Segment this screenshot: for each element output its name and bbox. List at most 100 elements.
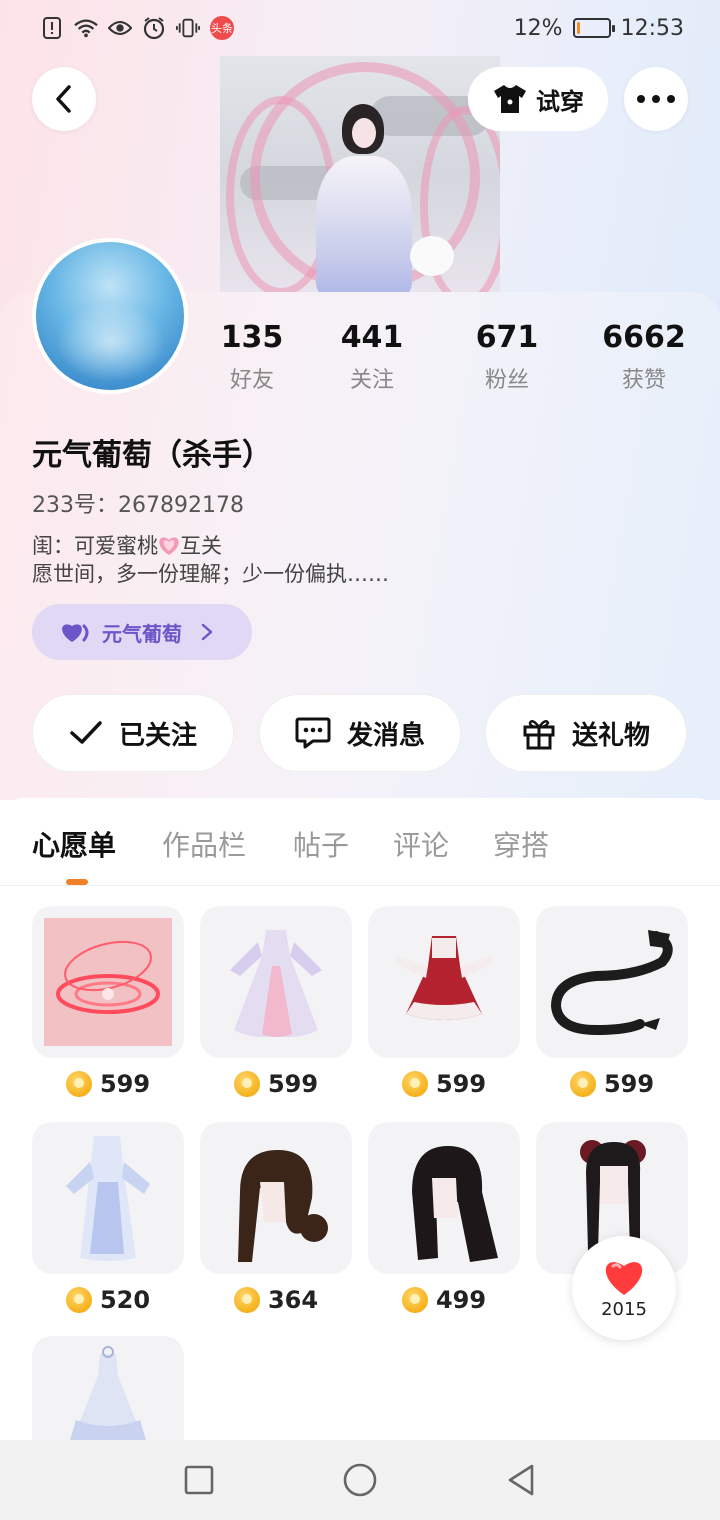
wishlist-item[interactable]: 499 bbox=[368, 1122, 520, 1314]
more-dots-icon bbox=[637, 95, 675, 103]
try-on-label: 试穿 bbox=[536, 87, 584, 116]
following-label: 已关注 bbox=[118, 720, 197, 751]
stat-friends[interactable]: 135 好友 bbox=[192, 320, 312, 394]
profile-name: 元气葡萄（杀手） bbox=[32, 438, 272, 473]
price-value: 599 bbox=[99, 1070, 151, 1098]
chat-bubble-icon bbox=[295, 717, 331, 749]
alert-icon bbox=[40, 16, 64, 40]
profile-bio: 闺：可爱蜜桃 互关 愿世间，多一份理解；少一份偏执…… bbox=[32, 532, 389, 588]
gift-icon bbox=[523, 719, 555, 750]
stat-likes[interactable]: 6662 获赞 bbox=[584, 320, 704, 394]
item-price: 364 bbox=[200, 1286, 352, 1314]
profile-uid: 233号：267892178 bbox=[32, 493, 244, 518]
battery-percent: 12% bbox=[513, 15, 563, 41]
coin-icon bbox=[401, 1287, 428, 1313]
stat-fans[interactable]: 671 粉丝 bbox=[447, 320, 567, 394]
stat-label: 获赞 bbox=[621, 368, 666, 393]
bio-line-2: 愿世间，多一份理解；少一份偏执…… bbox=[32, 562, 389, 586]
send-message-label: 发消息 bbox=[346, 720, 425, 751]
try-on-button[interactable]: 试穿 bbox=[468, 67, 608, 131]
more-options-button[interactable] bbox=[624, 67, 688, 131]
item-price: 599 bbox=[536, 1070, 688, 1098]
white-blue-gown-icon bbox=[32, 1122, 184, 1274]
recent-apps-square-icon[interactable] bbox=[184, 1465, 214, 1495]
purple-heart-icon bbox=[62, 624, 89, 642]
price-value: 364 bbox=[267, 1286, 319, 1314]
clock-time: 12:53 bbox=[620, 15, 684, 41]
eye-icon bbox=[108, 16, 132, 40]
status-icons: 头条 bbox=[40, 16, 234, 40]
tab-outfits[interactable]: 穿搭 bbox=[493, 824, 549, 864]
stat-value: 671 bbox=[475, 320, 539, 355]
red-white-dress-icon bbox=[368, 906, 520, 1058]
tab-comments[interactable]: 评论 bbox=[393, 824, 449, 864]
item-price: 499 bbox=[368, 1286, 520, 1314]
red-heart-icon bbox=[605, 1261, 643, 1295]
stat-label: 好友 bbox=[229, 368, 274, 393]
following-button[interactable]: 已关注 bbox=[32, 694, 234, 772]
back-triangle-icon[interactable] bbox=[506, 1463, 536, 1497]
tabs-divider bbox=[0, 885, 720, 886]
price-value: 599 bbox=[267, 1070, 319, 1098]
chevron-left-icon bbox=[56, 85, 71, 113]
stat-value: 135 bbox=[220, 320, 284, 355]
bio-text: 互关 bbox=[180, 534, 222, 558]
coin-icon bbox=[65, 1071, 92, 1097]
pink-heart-icon bbox=[159, 537, 179, 555]
item-price: 599 bbox=[32, 1070, 184, 1098]
wishlist-item[interactable]: 599 bbox=[200, 906, 352, 1098]
item-price: 599 bbox=[200, 1070, 352, 1098]
wishlist-item[interactable]: 599 bbox=[536, 906, 688, 1098]
coin-icon bbox=[233, 1071, 260, 1097]
system-nav-bar bbox=[0, 1440, 720, 1520]
tab-works[interactable]: 作品栏 bbox=[162, 824, 246, 864]
coin-icon bbox=[233, 1287, 260, 1313]
black-dragon-icon bbox=[536, 906, 688, 1058]
glow-ring-platform-icon bbox=[32, 906, 184, 1058]
news-badge-icon: 头条 bbox=[210, 16, 234, 40]
wishlist-item[interactable]: 364 bbox=[200, 1122, 352, 1314]
checkmark-icon bbox=[70, 721, 102, 744]
tab-posts[interactable]: 帖子 bbox=[293, 824, 349, 864]
wishlist-item[interactable]: 599 bbox=[368, 906, 520, 1098]
coin-icon bbox=[401, 1071, 428, 1097]
black-long-hair-icon bbox=[368, 1122, 520, 1274]
stat-value: 6662 bbox=[602, 320, 686, 355]
stat-value: 441 bbox=[340, 320, 404, 355]
price-value: 599 bbox=[435, 1070, 487, 1098]
send-gift-label: 送礼物 bbox=[571, 720, 650, 751]
wishlist-item[interactable]: 520 bbox=[32, 1122, 184, 1314]
stat-label: 粉丝 bbox=[484, 368, 529, 393]
wifi-icon bbox=[74, 16, 98, 40]
brown-hair-bun-icon bbox=[200, 1122, 352, 1274]
status-right: 12% 12:53 bbox=[514, 16, 684, 41]
alarm-icon bbox=[142, 16, 166, 40]
coin-icon bbox=[569, 1071, 596, 1097]
bio-text: 闺：可爱蜜桃 bbox=[32, 534, 158, 558]
stat-label: 关注 bbox=[349, 368, 394, 393]
send-gift-button[interactable]: 送礼物 bbox=[485, 694, 687, 772]
price-value: 520 bbox=[99, 1286, 151, 1314]
like-button[interactable]: 2015 bbox=[572, 1236, 676, 1340]
battery-icon bbox=[572, 18, 615, 38]
price-value: 599 bbox=[603, 1070, 655, 1098]
send-message-button[interactable]: 发消息 bbox=[259, 694, 461, 772]
vibrate-icon bbox=[176, 16, 200, 40]
item-price: 599 bbox=[368, 1070, 520, 1098]
tab-wishlist[interactable]: 心愿单 bbox=[32, 824, 116, 864]
chevron-right-icon bbox=[201, 623, 213, 641]
price-value: 499 bbox=[435, 1286, 487, 1314]
wishlist-item[interactable]: 599 bbox=[32, 906, 184, 1098]
stat-following[interactable]: 441 关注 bbox=[312, 320, 432, 394]
banner-artwork bbox=[220, 56, 500, 292]
profile-stats: 135 好友 441 关注 671 粉丝 6662 获赞 bbox=[0, 320, 720, 400]
guild-tag-label: 元气葡萄 bbox=[102, 621, 182, 646]
back-button[interactable] bbox=[32, 67, 96, 131]
coin-icon bbox=[65, 1287, 92, 1313]
guild-tag[interactable]: 元气葡萄 bbox=[32, 604, 252, 660]
tshirt-icon bbox=[494, 85, 526, 113]
home-circle-icon[interactable] bbox=[343, 1463, 377, 1497]
lavender-dress-icon bbox=[200, 906, 352, 1058]
item-price: 520 bbox=[32, 1286, 184, 1314]
status-bar: 头条 12% 12:53 bbox=[0, 0, 720, 56]
